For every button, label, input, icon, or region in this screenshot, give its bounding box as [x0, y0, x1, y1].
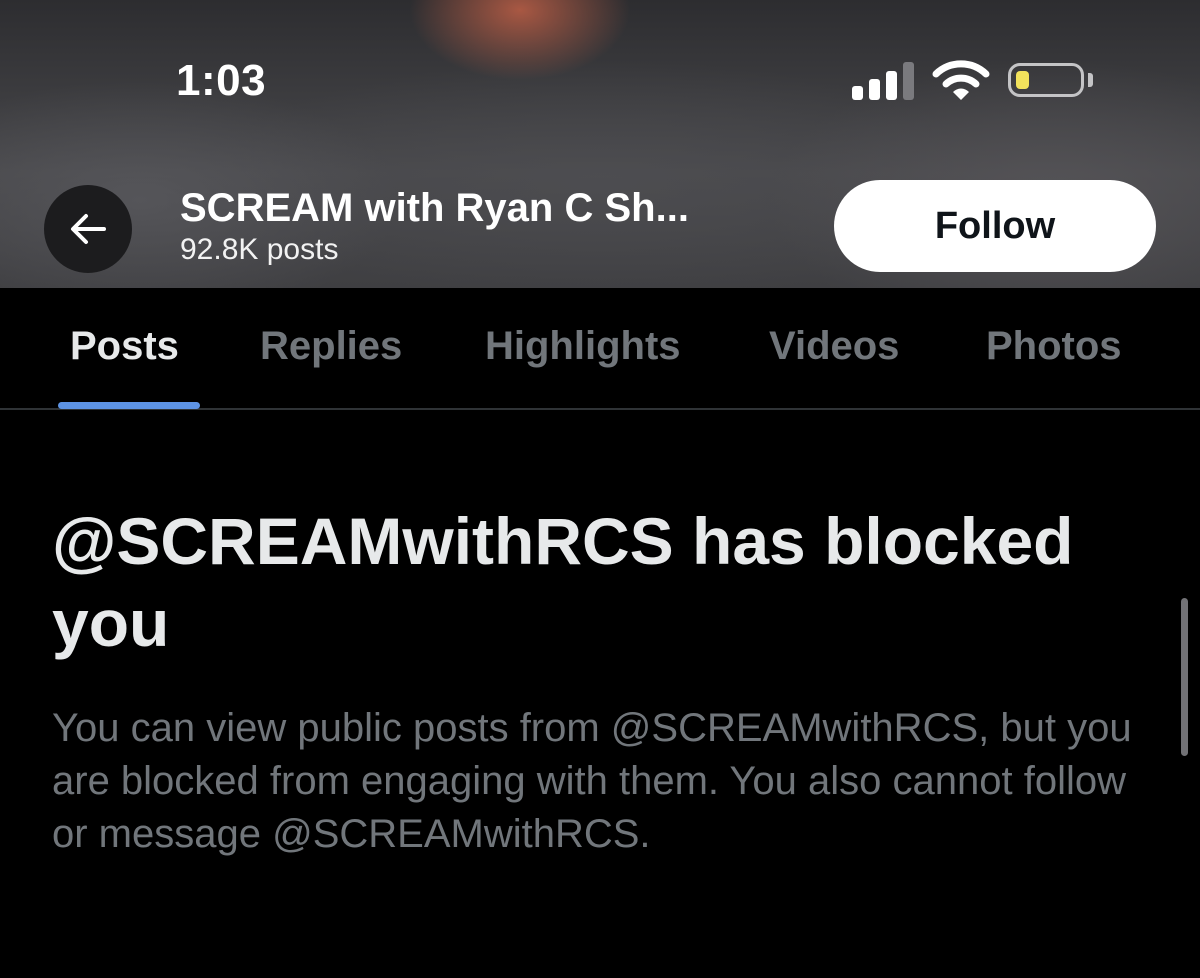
arrow-left-icon: [71, 214, 106, 244]
blocked-description: You can view public posts from @SCREAMwi…: [52, 706, 1132, 856]
cellular-signal-icon: [852, 62, 914, 100]
tab-posts[interactable]: Posts: [70, 324, 179, 369]
profile-post-count: 92.8K posts: [180, 233, 339, 266]
battery-icon: [1008, 63, 1084, 97]
tab-highlights[interactable]: Highlights: [485, 324, 681, 369]
profile-banner: 1:03 SCREAM with Ryan C Sh... 92.8K post…: [0, 0, 1200, 288]
back-button[interactable]: [44, 185, 132, 273]
scrollbar[interactable]: [1181, 598, 1188, 756]
follow-button[interactable]: Follow: [834, 180, 1156, 272]
tab-photos[interactable]: Photos: [986, 324, 1122, 369]
status-time: 1:03: [176, 56, 267, 105]
profile-tabs: Posts Replies Highlights Videos Photos: [0, 288, 1200, 410]
battery-cap: [1088, 73, 1093, 87]
blocked-heading: @SCREAMwithRCS has blocked you: [52, 504, 1074, 660]
tab-replies[interactable]: Replies: [260, 324, 402, 369]
wifi-icon: [932, 60, 990, 100]
profile-display-name: SCREAM with Ryan C Sh...: [180, 186, 689, 230]
tab-videos[interactable]: Videos: [769, 324, 899, 369]
active-tab-indicator: [58, 402, 200, 409]
battery-level: [1016, 71, 1029, 89]
